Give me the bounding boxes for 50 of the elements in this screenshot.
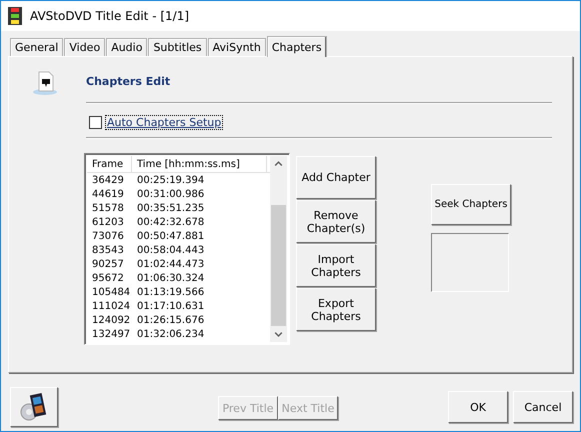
column-header[interactable]: Time [hh:mm:ss.ms] — [132, 156, 267, 172]
list-cell-text: 00:25:19.394 — [136, 174, 206, 186]
tab[interactable]: Chapters — [266, 36, 327, 57]
list-cell-text: 90257 — [91, 258, 125, 270]
chapter-button[interactable]: Add Chapter — [296, 156, 376, 199]
tab[interactable]: Subtitles — [148, 38, 207, 56]
list-cell-text: 95672 — [91, 272, 125, 284]
checkbox-label[interactable]: Auto Chapters Setup — [106, 116, 222, 129]
seek-chapters-button[interactable]: Seek Chapters — [431, 184, 511, 225]
list-cell-text: 01:13:19.566 — [136, 286, 206, 298]
column-header[interactable]: Frame — [87, 156, 132, 172]
checkbox[interactable] — [89, 116, 102, 129]
tab[interactable]: Audio — [106, 38, 148, 56]
window-title: AVStoDVD Title Edit - [1/1] — [30, 9, 190, 23]
list-cell-text: 01:06:30.324 — [136, 272, 206, 284]
scrollbar[interactable] — [270, 156, 287, 342]
chapter-list[interactable] — [84, 153, 290, 345]
list-cell-text: 00:58:04.443 — [136, 244, 206, 256]
settings-button[interactable] — [10, 387, 58, 427]
list-cell-text: 51578 — [91, 202, 125, 214]
scroll-thumb[interactable] — [271, 205, 286, 326]
list-cell-text: 124092 — [91, 314, 132, 326]
cancel-button[interactable]: Cancel — [513, 391, 573, 423]
list-cell-text: 00:35:51.235 — [136, 202, 206, 214]
list-cell-text: 00:42:32.678 — [136, 216, 206, 228]
list-cell-text: 105484 — [91, 286, 132, 298]
list-cell-text: 00:31:00.986 — [136, 188, 206, 200]
list-cell-text: 01:02:44.473 — [136, 258, 206, 270]
list-cell-text: 01:32:06.234 — [136, 328, 206, 340]
document-icon — [33, 71, 59, 96]
list-cell-text: 83543 — [91, 244, 125, 256]
list-cell-text: 61203 — [91, 216, 125, 228]
tab[interactable]: Video — [64, 38, 106, 56]
chapter-button[interactable]: Export Chapters — [296, 288, 376, 331]
list-cell-text: 01:26:15.676 — [136, 314, 206, 326]
film-strip-icon — [8, 7, 22, 25]
list-cell-text: 111024 — [91, 300, 132, 312]
list-cell-text: 73076 — [91, 230, 125, 242]
tab[interactable]: AviSynth — [208, 38, 266, 56]
chapter-button[interactable]: Remove Chapter(s) — [296, 200, 376, 243]
section-title: Chapters Edit — [86, 75, 172, 88]
chapter-button[interactable]: Import Chapters — [296, 244, 376, 287]
list-cell-text: 36429 — [91, 174, 125, 186]
list-cell-text: 01:17:10.631 — [136, 300, 206, 312]
tab[interactable]: General — [10, 38, 64, 56]
list-cell-text: 44619 — [91, 188, 125, 200]
gear-film-icon — [19, 392, 49, 422]
ok-button[interactable]: OK — [448, 391, 508, 423]
list-cell-text: 132497 — [91, 328, 132, 340]
list-cell-text: 00:50:47.881 — [136, 230, 206, 242]
